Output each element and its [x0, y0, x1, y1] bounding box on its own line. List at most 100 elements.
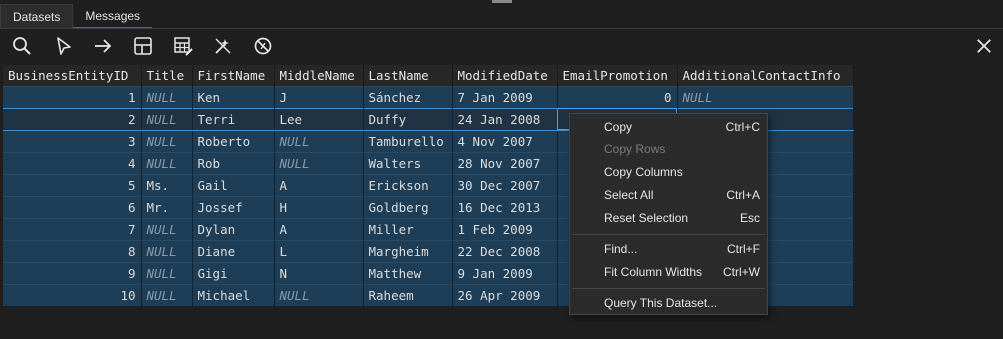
cell-middlename[interactable]: NULL	[274, 283, 364, 306]
table-row[interactable]: 1 NULL Ken J Sánchez 7 Jan 2009 0 NULL	[3, 85, 854, 108]
menu-item-label: Copy Rows	[604, 142, 666, 156]
menu-item-label: Query This Dataset...	[604, 296, 718, 310]
menu-item-copy-rows[interactable]: Copy Rows	[570, 138, 767, 160]
menu-item-copy-columns[interactable]: Copy Columns	[570, 161, 767, 183]
cell-middlename[interactable]: A	[274, 217, 364, 240]
cell-title[interactable]: Mr.	[141, 195, 193, 218]
cell-modifieddate[interactable]: 24 Jan 2008	[452, 107, 558, 131]
cell-title[interactable]: NULL	[141, 217, 193, 240]
cell-modifieddate[interactable]: 22 Dec 2008	[452, 239, 558, 262]
cell-title[interactable]: NULL	[141, 107, 193, 131]
cell-title[interactable]: NULL	[141, 261, 193, 284]
menu-item-find[interactable]: Find... Ctrl+F	[570, 238, 767, 260]
cell-modifieddate[interactable]: 26 Apr 2009	[452, 283, 558, 306]
cell-firstname[interactable]: Jossef	[192, 195, 275, 218]
cell-firstname[interactable]: Terri	[192, 107, 275, 131]
column-header-additionalcontactinfo[interactable]: AdditionalContactInfo	[677, 65, 854, 86]
clear-filter-icon[interactable]	[211, 34, 235, 58]
cell-middlename[interactable]: N	[274, 261, 364, 284]
cell-modifieddate[interactable]: 16 Dec 2013	[452, 195, 558, 218]
menu-item-label: Select All	[604, 188, 654, 202]
menu-item-copy[interactable]: Copy Ctrl+C	[570, 116, 767, 138]
cell-firstname[interactable]: Ken	[192, 85, 275, 108]
column-header-title[interactable]: Title	[141, 65, 193, 86]
cell-firstname[interactable]: Dylan	[192, 217, 275, 240]
cell-businessentityid[interactable]: 9	[3, 261, 142, 284]
menu-item-label: Copy Columns	[604, 165, 683, 179]
cell-middlename[interactable]: NULL	[274, 129, 364, 152]
menu-item-fit-column-widths[interactable]: Fit Column Widths Ctrl+W	[570, 261, 767, 283]
header-row: BusinessEntityID Title FirstName MiddleN…	[3, 65, 854, 86]
cell-lastname[interactable]: Duffy	[363, 107, 453, 131]
cell-modifieddate[interactable]: 1 Feb 2009	[452, 217, 558, 240]
tab-datasets[interactable]: Datasets	[0, 4, 74, 29]
cell-middlename[interactable]: L	[274, 239, 364, 262]
column-header-middlename[interactable]: MiddleName	[274, 65, 364, 86]
cell-firstname[interactable]: Rob	[192, 151, 275, 174]
table-layout-icon[interactable]	[131, 34, 155, 58]
cell-title[interactable]: NULL	[141, 85, 193, 108]
menu-item-select-all[interactable]: Select All Ctrl+A	[570, 184, 767, 206]
cell-firstname[interactable]: Roberto	[192, 129, 275, 152]
cell-emailpromotion[interactable]: 0	[557, 85, 678, 108]
cell-title[interactable]: NULL	[141, 129, 193, 152]
cell-businessentityid[interactable]: 5	[3, 173, 142, 196]
cell-middlename[interactable]: J	[274, 85, 364, 108]
column-header-emailpromotion[interactable]: EmailPromotion	[557, 65, 678, 86]
cell-middlename[interactable]: A	[274, 173, 364, 196]
close-icon[interactable]	[972, 34, 996, 58]
cell-lastname[interactable]: Raheem	[363, 283, 453, 306]
cell-businessentityid[interactable]: 2	[3, 107, 142, 131]
cell-title[interactable]: NULL	[141, 239, 193, 262]
column-header-lastname[interactable]: LastName	[363, 65, 453, 86]
cell-additionalcontactinfo[interactable]: NULL	[677, 85, 854, 108]
window-grip[interactable]	[492, 0, 512, 3]
cell-businessentityid[interactable]: 1	[3, 85, 142, 108]
column-header-businessentityid[interactable]: BusinessEntityID	[3, 65, 142, 86]
menu-item-reset-selection[interactable]: Reset Selection Esc	[570, 207, 767, 229]
cell-title[interactable]: Ms.	[141, 173, 193, 196]
cell-firstname[interactable]: Gigi	[192, 261, 275, 284]
menu-item-shortcut: Esc	[739, 211, 760, 225]
cancel-icon[interactable]	[251, 34, 275, 58]
cell-modifieddate[interactable]: 30 Dec 2007	[452, 173, 558, 196]
cell-modifieddate[interactable]: 7 Jan 2009	[452, 85, 558, 108]
cell-lastname[interactable]: Margheim	[363, 239, 453, 262]
column-header-firstname[interactable]: FirstName	[192, 65, 275, 86]
result-tabs: Datasets Messages	[0, 4, 153, 29]
cell-lastname[interactable]: Walters	[363, 151, 453, 174]
cell-businessentityid[interactable]: 8	[3, 239, 142, 262]
menu-separator	[572, 234, 765, 235]
menu-item-shortcut: Ctrl+C	[725, 120, 760, 134]
column-header-modifieddate[interactable]: ModifiedDate	[452, 65, 558, 86]
cell-lastname[interactable]: Erickson	[363, 173, 453, 196]
cell-lastname[interactable]: Tamburello	[363, 129, 453, 152]
cell-modifieddate[interactable]: 28 Nov 2007	[452, 151, 558, 174]
cell-firstname[interactable]: Gail	[192, 173, 275, 196]
cell-lastname[interactable]: Sánchez	[363, 85, 453, 108]
cell-businessentityid[interactable]: 7	[3, 217, 142, 240]
cell-businessentityid[interactable]: 3	[3, 129, 142, 152]
table-edit-icon[interactable]	[171, 34, 195, 58]
cell-middlename[interactable]: NULL	[274, 151, 364, 174]
tab-messages[interactable]: Messages	[73, 4, 153, 29]
search-icon[interactable]	[10, 34, 34, 58]
cell-title[interactable]: NULL	[141, 151, 193, 174]
cell-lastname[interactable]: Matthew	[363, 261, 453, 284]
cell-middlename[interactable]: Lee	[274, 107, 364, 131]
cell-lastname[interactable]: Miller	[363, 217, 453, 240]
cell-title[interactable]: NULL	[141, 283, 193, 306]
select-pointer-icon[interactable]	[52, 34, 76, 58]
cell-modifieddate[interactable]: 4 Nov 2007	[452, 129, 558, 152]
arrow-right-icon[interactable]	[91, 34, 115, 58]
cell-firstname[interactable]: Diane	[192, 239, 275, 262]
cell-lastname[interactable]: Goldberg	[363, 195, 453, 218]
cell-firstname[interactable]: Michael	[192, 283, 275, 306]
menu-item-shortcut: Ctrl+W	[723, 265, 760, 279]
cell-businessentityid[interactable]: 10	[3, 283, 142, 306]
menu-item-query-this-dataset[interactable]: Query This Dataset...	[570, 292, 767, 314]
cell-businessentityid[interactable]: 4	[3, 151, 142, 174]
cell-middlename[interactable]: H	[274, 195, 364, 218]
cell-modifieddate[interactable]: 9 Jan 2009	[452, 261, 558, 284]
cell-businessentityid[interactable]: 6	[3, 195, 142, 218]
